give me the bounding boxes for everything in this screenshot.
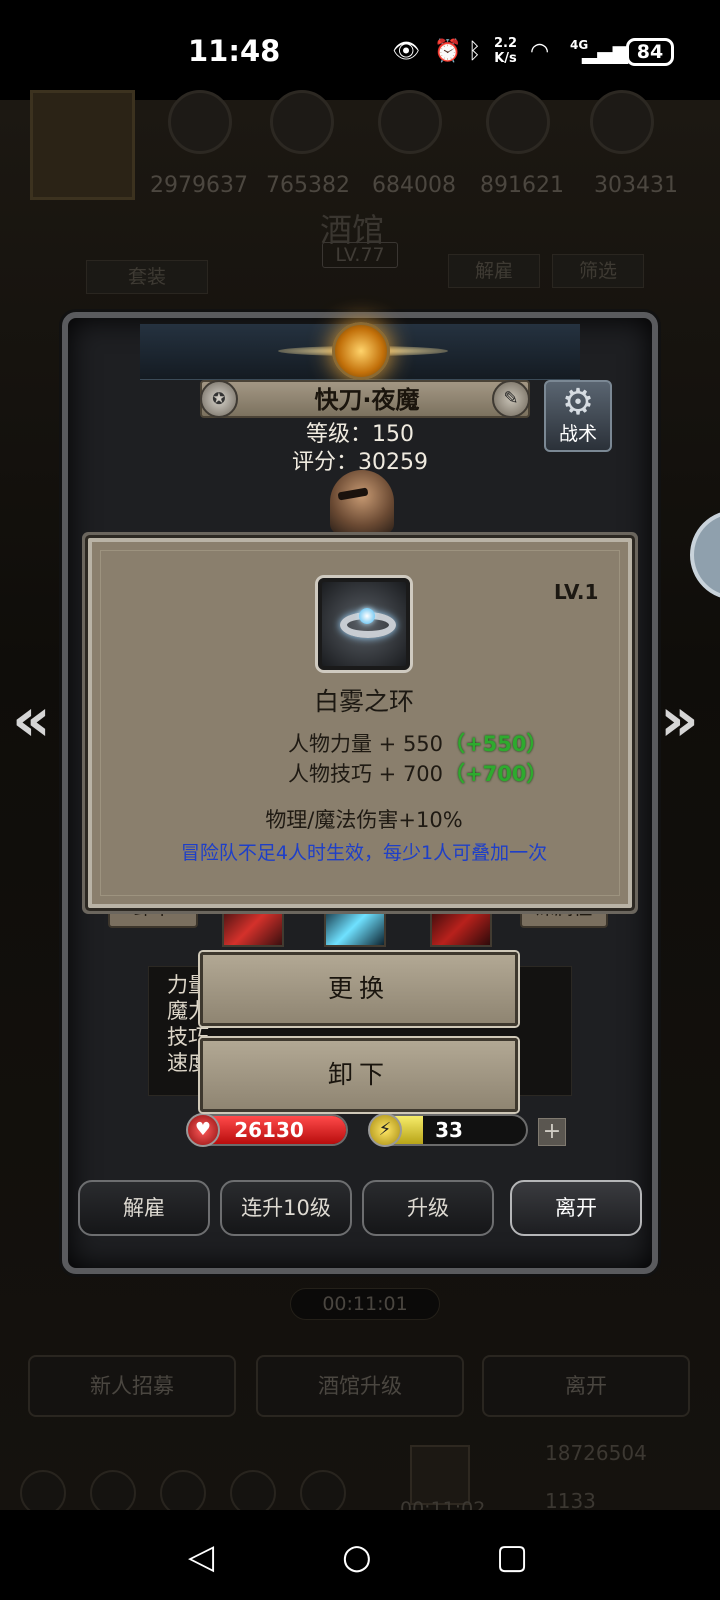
item-name: 白雾之环 [313, 687, 414, 716]
leave-button[interactable]: 离开 [510, 1180, 642, 1236]
resource-value-1: 2979637 [150, 173, 248, 198]
hero-name-bar: 快刀·夜魔 [200, 380, 530, 418]
recruit-button[interactable]: 新人招募 [28, 1355, 236, 1417]
recents-icon[interactable]: ▢ [496, 1540, 528, 1574]
resource-value-4: 891621 [480, 173, 564, 198]
tavern-leave-button[interactable]: 离开 [482, 1355, 690, 1417]
resource-icon-4 [486, 90, 550, 154]
skill-slot-1[interactable] [222, 903, 284, 947]
clock: 11:48 [188, 34, 281, 68]
hero-name: 快刀·夜魔 [314, 386, 420, 414]
item-condition-note: 冒险队不足4人时生效，每少1人可叠加一次 [180, 842, 548, 864]
tavern-upgrade-button[interactable]: 酒馆升级 [256, 1355, 464, 1417]
background-timer: 00:11:01 [290, 1288, 440, 1320]
item-stat-strength-bonus: （+550） [444, 732, 548, 756]
add-energy-button[interactable]: + [538, 1118, 566, 1146]
item-stat-skill: 人物技巧 + 700 [288, 762, 444, 786]
upgrade-10-button[interactable]: 连升10级 [220, 1180, 352, 1236]
medal-icon[interactable]: ✪ [200, 380, 238, 418]
ring-gem [359, 608, 375, 624]
home-icon[interactable]: ○ [342, 1540, 372, 1574]
suit-button[interactable]: 套装 [86, 260, 208, 294]
item-stat-strength: 人物力量 + 550 [288, 732, 444, 756]
emblem-icon [332, 322, 390, 380]
item-icon-frame [318, 578, 410, 670]
resource-value-5: 303431 [594, 173, 678, 198]
back-icon[interactable]: ◁ [188, 1540, 214, 1574]
skill-slot-2[interactable] [324, 903, 386, 947]
edit-name-icon[interactable]: ✎ [492, 380, 530, 418]
item-detail-popup: LV.1 白雾之环 人物力量 + 550 （+550） 人物技巧 + 700 （… [88, 538, 632, 908]
item-level: LV.1 [554, 580, 599, 604]
fire-filter-button[interactable]: 解雇 [448, 254, 540, 288]
net-speed-unit: K/s [494, 51, 517, 66]
battery-indicator: 84 [626, 38, 674, 66]
net-speed-value: 2.2 [494, 36, 518, 51]
status-bar: 11:48 👁 ⏰ ᛒ 2.2 K/s ◠ 4G ▂▄▆ 84 [0, 0, 720, 100]
filter-button[interactable]: 筛选 [552, 254, 644, 288]
item-stat-skill-bonus: （+700） [444, 762, 548, 786]
player-avatar [30, 90, 135, 200]
signal-icon: ▂▄▆ [582, 40, 629, 64]
skill-slot-3[interactable] [430, 903, 492, 947]
net-speed: 2.2 K/s [494, 36, 517, 66]
tavern-level: LV.77 [322, 242, 398, 268]
upgrade-button[interactable]: 升级 [362, 1180, 494, 1236]
alarm-icon: ⏰ [434, 39, 462, 64]
replace-button[interactable]: 更换 [200, 952, 518, 1026]
gift-icon[interactable] [410, 1445, 470, 1505]
wifi-icon: ◠ [530, 39, 550, 64]
bluetooth-icon: ᛒ [468, 39, 482, 64]
gold-amount: 18726504 [545, 1441, 647, 1465]
bolt-icon: ⚡ [368, 1113, 402, 1147]
eye-icon: 👁 [392, 39, 420, 64]
unequip-button[interactable]: 卸下 [200, 1038, 518, 1112]
resource-icon-5 [590, 90, 654, 154]
resource-icon-3 [378, 90, 442, 154]
heart-icon: ♥ [186, 1113, 220, 1147]
resource-value-2: 765382 [266, 173, 350, 198]
resource-icon-1 [168, 90, 232, 154]
fire-hero-button[interactable]: 解雇 [78, 1180, 210, 1236]
next-hero-arrow-icon[interactable]: » [660, 690, 699, 750]
resource-value-3: 684008 [372, 173, 456, 198]
hero-portrait[interactable] [330, 470, 394, 534]
previous-hero-arrow-icon[interactable]: « [12, 690, 51, 750]
resource-icon-2 [270, 90, 334, 154]
item-effect: 物理/魔法伤害+10% [265, 808, 463, 832]
